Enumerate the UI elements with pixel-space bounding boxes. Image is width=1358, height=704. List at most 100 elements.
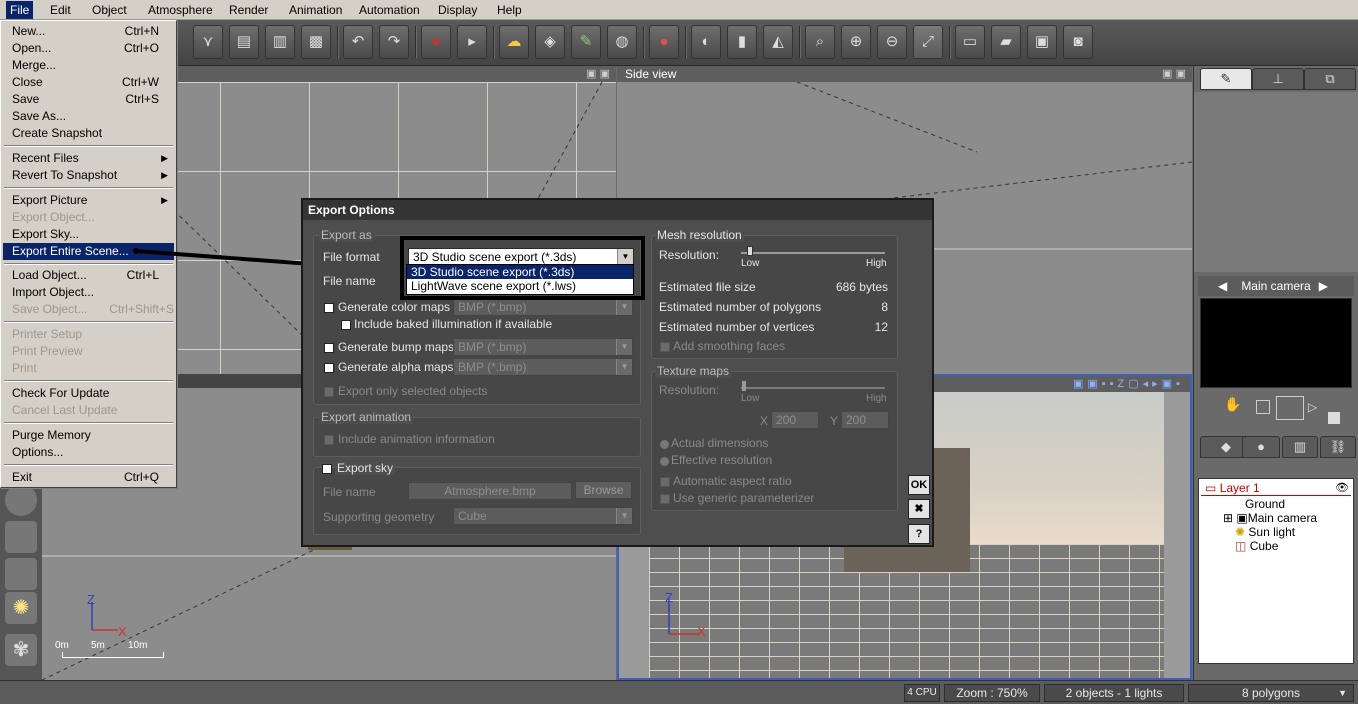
cpu-status: 4 CPU	[904, 684, 940, 702]
tab-ruler[interactable]: ⊥	[1252, 68, 1304, 90]
texture-high-label: High	[866, 393, 887, 404]
menu-file[interactable]: File	[6, 1, 34, 19]
supporting-geometry-label: Supporting geometry	[323, 510, 435, 524]
render-area-icon[interactable]: ●	[421, 25, 451, 59]
menu-item-save[interactable]: Save Ctrl+S	[3, 91, 174, 108]
menu-item-options[interactable]: Options...	[3, 444, 174, 461]
menu-item-export-picture[interactable]: Export Picture ▶	[3, 192, 174, 209]
mesh-resolution-slider-thumb[interactable]	[747, 246, 753, 256]
bar-icon[interactable]: ▮	[727, 25, 757, 59]
menu-item-check-update[interactable]: Check For Update	[3, 385, 174, 402]
menu-item-revert[interactable]: Revert To Snapshot ▶	[3, 167, 174, 184]
expand-icon[interactable]: ⊞	[1223, 511, 1233, 525]
frame-icon[interactable]: ▣	[1027, 25, 1057, 59]
menu-item-merge[interactable]: Merge...	[3, 57, 174, 74]
zoom-select-icon[interactable]: ⌕	[805, 25, 835, 59]
menu-item-import-object[interactable]: Import Object...	[3, 284, 174, 301]
menu-item-close[interactable]: Close Ctrl+W	[3, 74, 174, 91]
play-icon[interactable]: ▷	[1308, 400, 1317, 414]
cursor-icon[interactable]: ⋎	[193, 25, 223, 59]
film-icon[interactable]: ▭	[955, 25, 985, 59]
render-icon[interactable]: ▸	[457, 25, 487, 59]
zoom-out-icon[interactable]: ⊖	[877, 25, 907, 59]
tab-layers[interactable]: ▥	[1282, 436, 1318, 458]
menu-render[interactable]: Render	[229, 3, 268, 17]
light-bulb-icon[interactable]: ✺	[5, 592, 37, 624]
menu-item-purge-memory[interactable]: Purge Memory	[3, 427, 174, 444]
zoom-in-icon[interactable]: ⊕	[841, 25, 871, 59]
object-icon[interactable]: ▩	[301, 25, 331, 59]
fit-icon[interactable]: ⤢	[913, 25, 943, 59]
menu-item-new[interactable]: New... Ctrl+N	[3, 23, 174, 40]
prev-camera-icon[interactable]: ◀	[1218, 276, 1227, 296]
pan-icon[interactable]	[1256, 400, 1270, 414]
polygons-status[interactable]: 8 polygons ▼	[1188, 684, 1354, 702]
actual-dimensions-label: Actual dimensions	[671, 436, 769, 450]
tab-links[interactable]: ⛓	[1320, 436, 1356, 458]
menu-item-save-as[interactable]: Save As...	[3, 108, 174, 125]
gen-color-maps-checkbox[interactable]	[324, 303, 334, 313]
dialog-title: Export Options	[303, 200, 932, 220]
materials-icon[interactable]: ●	[649, 25, 679, 59]
viewport-options-icon[interactable]: ▣ ▣	[586, 67, 610, 80]
menu-atmosphere[interactable]: Atmosphere	[148, 3, 213, 17]
menu-animation[interactable]: Animation	[289, 3, 342, 17]
gen-color-maps-label: Generate color maps	[338, 300, 451, 314]
ok-button[interactable]: OK	[908, 475, 930, 495]
viewport-options-icon[interactable]: ▣ ▣	[1162, 67, 1186, 80]
tree-layer[interactable]: ▭ Layer 1	[1205, 481, 1260, 495]
hand-icon[interactable]: ✋	[1224, 396, 1241, 413]
menu-item-create-snapshot[interactable]: Create Snapshot	[3, 125, 174, 142]
brush-icon[interactable]: ✎	[571, 25, 601, 59]
file-format-option-3ds[interactable]: 3D Studio scene export (*.3ds)	[407, 265, 633, 279]
tab-materials[interactable]: ●	[1242, 436, 1280, 458]
menu-item-recent-files[interactable]: Recent Files ▶	[3, 150, 174, 167]
close-button[interactable]: ✖	[908, 499, 930, 519]
plant-tool-icon[interactable]: ✾	[5, 634, 37, 666]
include-animation-checkbox	[324, 435, 334, 445]
redo-icon[interactable]: ↷	[379, 25, 409, 59]
tree-item-camera[interactable]: ⊞ ▣Main camera	[1223, 511, 1317, 525]
mirror-icon[interactable]: ◭	[763, 25, 793, 59]
tree-item-sun[interactable]: ✺ Sun light	[1235, 525, 1295, 539]
paint-icon[interactable]: ◍	[607, 25, 637, 59]
eye-icon[interactable]: 👁	[1335, 481, 1349, 494]
gen-bump-maps-checkbox[interactable]	[324, 343, 334, 353]
include-baked-checkbox[interactable]	[341, 320, 351, 330]
gen-alpha-maps-checkbox[interactable]	[324, 363, 334, 373]
sky-icon[interactable]: ☁	[499, 25, 529, 59]
paste-icon[interactable]: ▥	[265, 25, 295, 59]
cube-tool-icon[interactable]	[5, 558, 37, 590]
move-icon[interactable]	[1276, 396, 1304, 420]
menu-help[interactable]: Help	[497, 3, 522, 17]
undo-icon[interactable]: ↶	[343, 25, 373, 59]
mesh-resolution-slider-track[interactable]	[741, 252, 885, 254]
clapper-icon[interactable]: ▰	[991, 25, 1021, 59]
tree-item-cube[interactable]: ◫ Cube	[1235, 539, 1278, 553]
camera-icon[interactable]: ◙	[1063, 25, 1093, 59]
save-icon[interactable]	[1328, 412, 1340, 424]
sphere-icon[interactable]: ◐	[691, 25, 721, 59]
menu-edit[interactable]: Edit	[50, 3, 71, 17]
menu-object[interactable]: Object	[92, 3, 127, 17]
tab-connect[interactable]: ⧉	[1304, 68, 1356, 90]
export-sky-checkbox[interactable]	[322, 464, 332, 474]
camera-controls-icons[interactable]: ▣▣▪▪Z▢◂▸▣▪	[1073, 377, 1184, 390]
camera-selector[interactable]: ◀ Main camera ▶	[1198, 276, 1354, 296]
tree-item-ground[interactable]: Ground	[1245, 497, 1285, 511]
file-format-options-list[interactable]: 3D Studio scene export (*.3ds) LightWave…	[406, 264, 634, 295]
file-format-option-lws[interactable]: LightWave scene export (*.lws)	[407, 279, 633, 293]
menu-automation[interactable]: Automation	[359, 3, 420, 17]
torus-tool-icon[interactable]	[5, 521, 37, 553]
sphere-tool-icon[interactable]	[5, 484, 37, 516]
menu-item-exit[interactable]: Exit Ctrl+Q	[3, 469, 174, 486]
tab-edit[interactable]: ✎	[1200, 68, 1252, 90]
texture-resolution-slider-thumb	[742, 381, 746, 391]
menu-item-open[interactable]: Open... Ctrl+O	[3, 40, 174, 57]
copy-icon[interactable]: ▤	[229, 25, 259, 59]
help-button[interactable]: ?	[908, 524, 930, 544]
next-camera-icon[interactable]: ▶	[1319, 276, 1328, 296]
menu-display[interactable]: Display	[438, 3, 477, 17]
object-3d-icon[interactable]: ◈	[535, 25, 565, 59]
scale-5m: 5m	[91, 640, 105, 651]
